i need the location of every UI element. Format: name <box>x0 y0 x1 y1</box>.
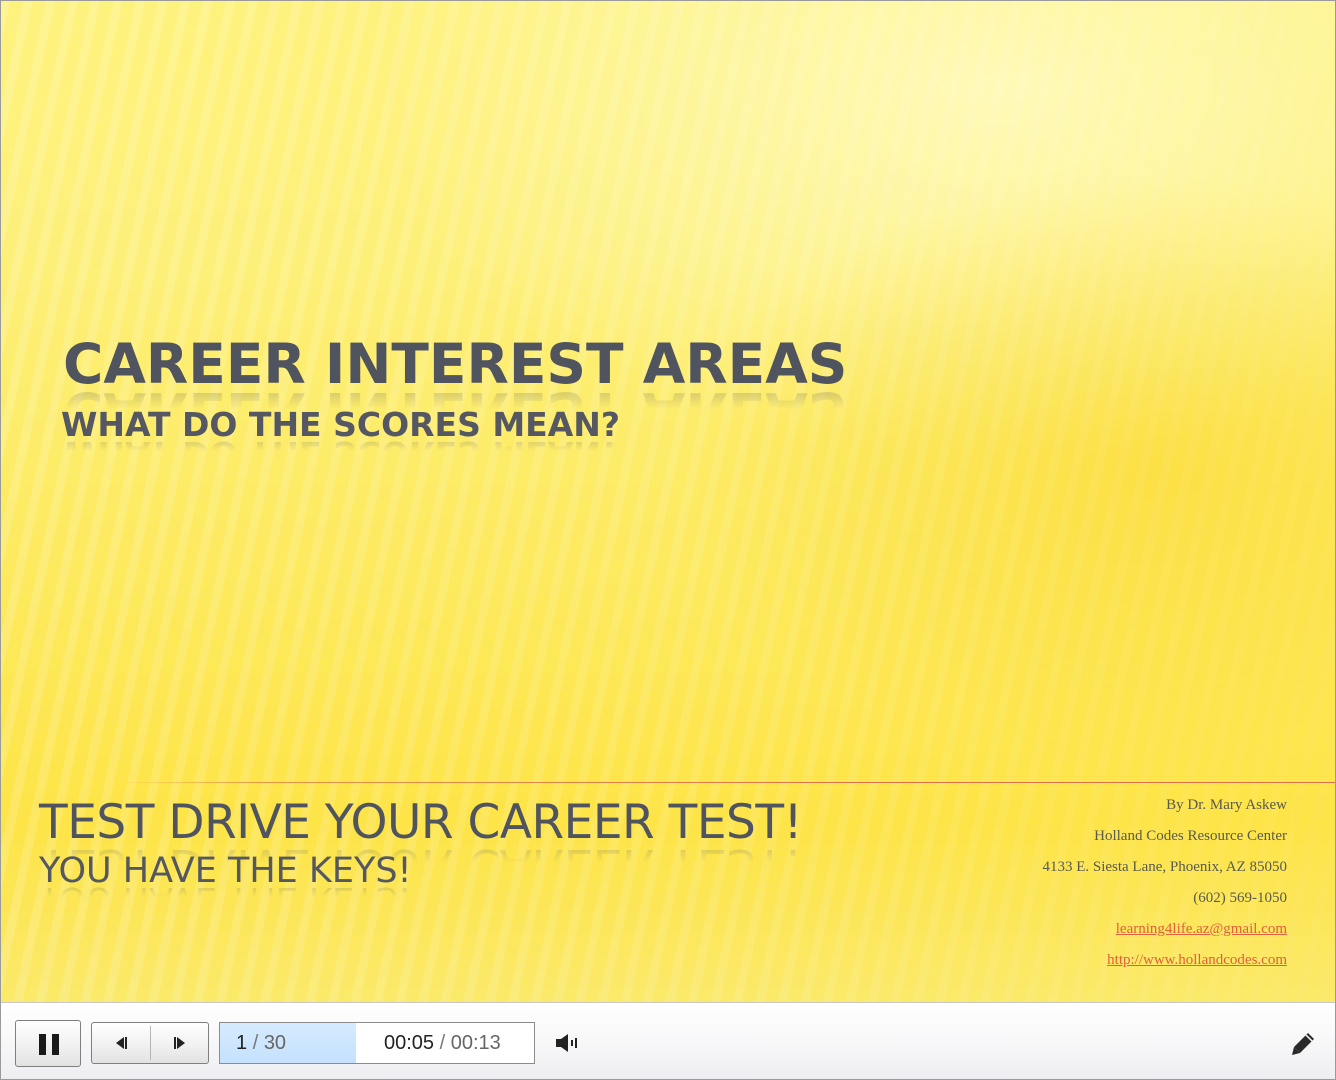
contact-organization: Holland Codes Resource Center <box>1094 828 1287 844</box>
title-block: CAREER INTEREST AREAS WHAT DO THE SCORES… <box>61 332 848 445</box>
slide-tagline-sub: YOU HAVE THE KEYS! <box>39 851 412 891</box>
presentation-player: CAREER INTEREST AREAS WHAT DO THE SCORES… <box>0 0 1336 1080</box>
contact-website-link[interactable]: http://www.hollandcodes.com <box>1107 952 1287 968</box>
slide-counter: 1 / 30 <box>236 1032 286 1055</box>
slide-title: CAREER INTEREST AREAS <box>63 332 848 396</box>
slide-tagline: TEST DRIVE YOUR CAREER TEST! <box>39 795 802 850</box>
next-slide-icon <box>174 1037 185 1049</box>
contact-phone: (602) 569-1050 <box>1193 890 1287 906</box>
slide-separator: / <box>252 1032 259 1054</box>
player-control-bar: 1 / 30 00:05 / 00:13 <box>1 1002 1335 1079</box>
current-slide-number: 1 <box>236 1032 248 1054</box>
contact-email-link[interactable]: learning4life.az@gmail.com <box>1116 921 1287 937</box>
total-time: 00:13 <box>450 1032 501 1054</box>
slide-divider-line <box>119 782 1335 783</box>
contact-info: By Dr. Mary Askew Holland Codes Resource… <box>1042 793 1287 979</box>
contact-address: 4133 E. Siesta Lane, Phoenix, AZ 85050 <box>1042 859 1287 875</box>
contact-author: By Dr. Mary Askew <box>1166 797 1287 813</box>
pause-button[interactable] <box>15 1020 81 1067</box>
previous-slide-icon <box>116 1037 127 1049</box>
pencil-icon[interactable] <box>1289 1030 1317 1058</box>
volume-icon[interactable] <box>554 1031 582 1055</box>
slide-time-counter: 1 / 30 00:05 / 00:13 <box>219 1022 535 1064</box>
previous-slide-button[interactable] <box>92 1023 150 1063</box>
next-slide-button[interactable] <box>151 1023 209 1063</box>
slide-navigation-group <box>91 1022 209 1064</box>
elapsed-time: 00:05 <box>384 1032 435 1054</box>
slide-subtitle: WHAT DO THE SCORES MEAN? <box>61 405 621 444</box>
slide-canvas: CAREER INTEREST AREAS WHAT DO THE SCORES… <box>1 1 1335 1002</box>
time-separator: / <box>439 1032 446 1054</box>
tagline-block: TEST DRIVE YOUR CAREER TEST! YOU HAVE TH… <box>39 795 802 891</box>
time-counter: 00:05 / 00:13 <box>384 1032 501 1055</box>
total-slides: 30 <box>263 1032 287 1054</box>
